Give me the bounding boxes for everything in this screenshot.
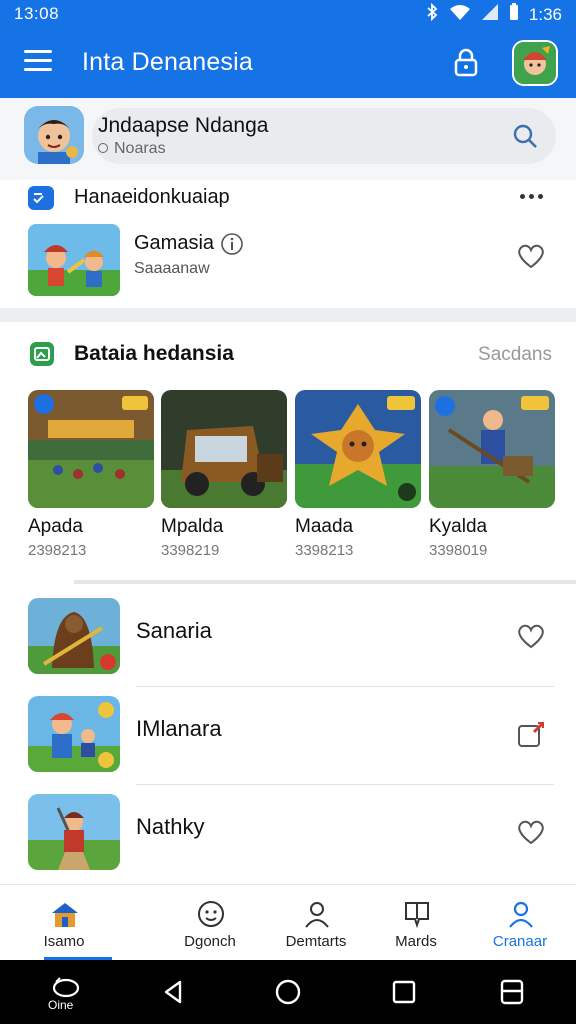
section-divider [0,308,576,322]
list-item[interactable]: IMlanara [0,686,576,782]
heart-icon[interactable] [516,622,546,650]
profile-icon [506,899,536,929]
game-card-subtitle: 3398019 [429,542,488,559]
game-card[interactable]: Apada 2398213 [28,390,154,565]
battery-icon [509,3,519,26]
bluetooth-icon [425,2,439,26]
see-all-link[interactable]: Sacdans [478,344,552,366]
search-area: Jndaapse Ndanga Noaras [0,98,576,180]
featured-game-subtitle: Saaaanaw [134,260,210,277]
user-avatar[interactable] [24,106,84,164]
game-card-name: Kyalda [429,516,488,537]
wifi-icon [449,3,471,26]
nav-item-bookmarks[interactable]: Mards [366,885,466,961]
nav-item-people[interactable]: Demtarts [266,885,366,961]
back-icon[interactable] [158,976,190,1008]
lock-icon[interactable] [450,46,482,78]
game-thumbnail [28,224,120,296]
list-item-thumbnail [28,598,120,674]
featured-game-name: Gamasia [134,232,215,254]
gallery-icon [28,340,56,368]
nav-label: Demtarts [285,933,347,950]
list-item-name: IMlanara [136,716,222,741]
profile-avatar[interactable] [512,40,558,86]
system-nav-label: Oine [48,998,74,1012]
bottom-nav: Isamo Dgonch Demtarts Mards Cranaar [0,884,576,960]
more-options-icon[interactable] [520,186,554,206]
list-item-name: Nathky [136,814,205,839]
list-item[interactable]: Nathky [0,784,576,880]
signal-icon [481,3,499,26]
face-icon [196,899,226,929]
list-item-thumbnail [28,696,120,772]
list-item-name: Sanaria [136,618,212,643]
list-item-thumbnail [28,794,120,870]
nav-label: Isamo [43,933,85,950]
game-card-name: Apada [28,516,83,537]
home-button-icon[interactable] [272,976,304,1008]
menu-icon[interactable] [24,50,52,74]
game-card-thumbnail [28,390,154,508]
nav-label: Dgonch [184,933,236,950]
chat-icon [28,186,54,210]
edit-icon[interactable] [516,720,546,748]
list-item[interactable]: Sanaria [0,588,576,684]
nav-item-profile[interactable]: Cranaar [470,885,570,961]
info-icon[interactable] [220,232,244,256]
status-time: 13:08 [14,4,60,23]
featured-game-item[interactable]: Gamasia Saaaanaw [0,220,576,302]
search-input[interactable]: Jndaapse Ndanga Noaras [92,108,556,164]
app-bar: Inta Denanesia [0,28,576,98]
heart-icon[interactable] [516,818,546,846]
search-placeholder: Noaras [98,140,166,158]
home-icon [50,899,80,929]
status-time-right: 1:36 [528,4,562,24]
nav-item-home[interactable]: Isamo [14,885,114,961]
status-icons: 1:36 [425,2,562,26]
game-card-thumbnail [161,390,287,508]
game-card-name: Maada [295,516,354,537]
status-bar: 13:08 1:36 [0,0,576,28]
game-card-subtitle: 3398219 [161,542,220,559]
search-title: Jndaapse Ndanga [98,114,269,137]
search-icon[interactable] [512,123,538,149]
game-card-subtitle: 3398213 [295,542,354,559]
person-icon [302,899,332,929]
app-title: Inta Denanesia [82,48,253,76]
game-card-subtitle: 2398213 [28,542,87,559]
heart-icon[interactable] [516,242,546,270]
nav-label: Cranaar [492,933,548,950]
nav-item-explore[interactable]: Dgonch [160,885,260,961]
game-card-thumbnail [295,390,421,508]
game-card[interactable]: Mpalda 3398219 [161,390,287,565]
system-nav-bar: Oine [0,960,576,1024]
bookmark-icon [402,899,432,929]
section-recent-title: Hanaeidonkuaiap [74,186,230,208]
game-card-thumbnail [429,390,555,508]
clock-icon [98,143,108,153]
list-divider [74,580,576,584]
nav-label: Mards [395,933,437,950]
game-card-name: Mpalda [161,516,224,537]
game-card[interactable]: Maada 3398213 [295,390,421,565]
game-card[interactable]: Kyalda 3398019 [429,390,555,565]
recents-icon[interactable] [388,976,420,1008]
section-popular-title: Bataia hedansia [74,342,234,365]
split-screen-icon[interactable] [496,976,528,1008]
